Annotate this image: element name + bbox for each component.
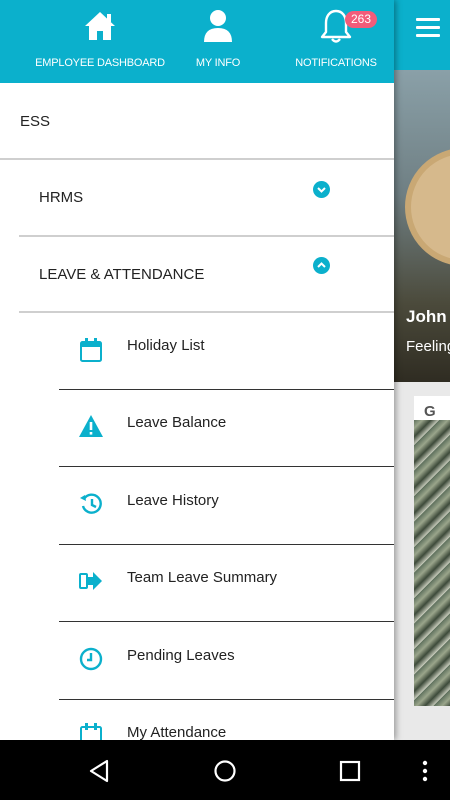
home-nav-icon[interactable] [212, 758, 238, 784]
system-nav-bar [0, 740, 450, 800]
my-info-label: MY INFO [195, 57, 241, 69]
profile-name: John [406, 307, 447, 326]
history-icon [78, 491, 104, 517]
employee-dashboard-button[interactable]: EMPLOYEE DASHBOARD [35, 0, 165, 83]
profile-card[interactable]: John Feeling [394, 70, 450, 382]
back-icon[interactable] [86, 758, 112, 784]
profile-status: Feeling [406, 338, 450, 355]
post-image [414, 420, 450, 706]
hamburger-menu-icon[interactable] [416, 18, 440, 38]
avatar [405, 148, 450, 266]
calendar-icon [78, 337, 104, 363]
chevron-down-icon[interactable] [313, 181, 330, 198]
navigation-drawer: EMPLOYEE DASHBOARD MY INFO NOTIFICATIONS… [0, 0, 394, 740]
submenu-item-label: Holiday List [127, 337, 205, 354]
post-title: G [424, 403, 436, 420]
submenu-item-label: My Attendance [127, 724, 227, 740]
menu-item-leave-attendance-label: LEAVE & ATTENDANCE [39, 265, 205, 283]
home-icon [83, 8, 117, 44]
employee-dashboard-label: EMPLOYEE DASHBOARD [35, 57, 165, 69]
submenu-item-label: Leave Balance [127, 414, 227, 431]
menu-item-hrms[interactable]: HRMS [0, 160, 394, 235]
menu-item-leave-attendance[interactable]: LEAVE & ATTENDANCE [0, 237, 394, 311]
menu-item-hrms-label: HRMS [39, 189, 84, 206]
user-icon [202, 8, 234, 44]
calendar-check-icon [78, 722, 104, 740]
my-info-button[interactable]: MY INFO [178, 0, 258, 83]
submenu-item-label: Pending Leaves [127, 647, 235, 664]
arrow-right-icon [78, 568, 104, 594]
clock-icon [78, 646, 104, 672]
menu-item-ess[interactable]: ESS [0, 84, 394, 159]
app-header [394, 0, 450, 70]
submenu-item-label: Leave History [127, 492, 219, 509]
post-card[interactable] [414, 396, 450, 706]
more-options-icon[interactable] [412, 758, 438, 784]
submenu-item-label: Team Leave Summary [127, 569, 278, 586]
recents-icon[interactable] [337, 758, 363, 784]
notifications-label: NOTIFICATIONS [295, 57, 377, 69]
menu-item-ess-label: ESS [20, 113, 51, 130]
background-app: John Feeling G [394, 0, 450, 740]
chevron-up-icon[interactable] [313, 257, 330, 274]
warning-icon [78, 413, 104, 439]
notification-count-badge: 263 [345, 11, 378, 28]
drawer-header: EMPLOYEE DASHBOARD MY INFO NOTIFICATIONS… [0, 0, 394, 83]
